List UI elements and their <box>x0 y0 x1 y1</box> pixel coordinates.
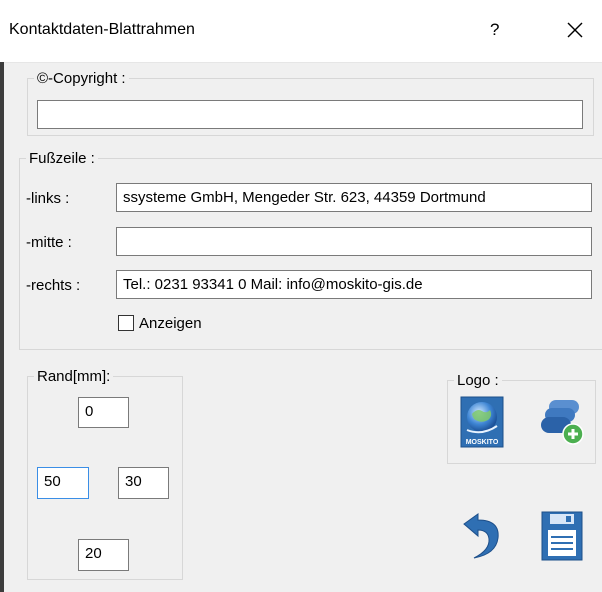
title-bar: Kontaktdaten-Blattrahmen ? <box>0 0 602 63</box>
margin-legend: Rand[mm]: <box>37 368 111 385</box>
save-icon <box>541 511 583 561</box>
copyright-input[interactable] <box>37 100 583 129</box>
window-left-border <box>0 62 4 592</box>
undo-button[interactable] <box>460 510 504 562</box>
margin-top-input[interactable]: 0 <box>78 397 129 428</box>
footer-center-label: -mitte : <box>26 234 72 251</box>
copyright-legend: ©-Copyright : <box>37 70 126 87</box>
moskito-logo-text: MOSKITO <box>466 439 499 446</box>
add-layer-button[interactable] <box>539 396 584 448</box>
window-title: Kontaktdaten-Blattrahmen <box>9 21 195 38</box>
footer-right-input[interactable]: Tel.: 0231 93341 0 Mail: info@moskito-gi… <box>116 270 592 299</box>
footer-right-label: -rechts : <box>26 277 81 294</box>
undo-icon <box>463 513 499 559</box>
margin-right-input[interactable]: 30 <box>118 467 169 499</box>
margin-bottom-input[interactable]: 20 <box>78 539 129 571</box>
show-footer-label: Anzeigen <box>139 315 202 332</box>
footer-left-label: -links : <box>26 190 70 207</box>
show-footer-checkbox[interactable] <box>118 315 134 331</box>
logo-legend: Logo : <box>457 372 499 389</box>
moskito-logo-button[interactable]: MOSKITO <box>460 396 504 448</box>
margin-left-value: 50 <box>44 473 61 490</box>
footer-left-input[interactable]: ssysteme GmbH, Mengeder Str. 623, 44359 … <box>116 183 592 212</box>
margin-left-input[interactable]: 50 <box>37 467 89 499</box>
save-button[interactable] <box>540 510 584 562</box>
moskito-globe-logo-icon: MOSKITO <box>460 396 504 448</box>
help-button[interactable]: ? <box>490 20 499 40</box>
footer-legend: Fußzeile : <box>29 150 95 167</box>
footer-center-input[interactable] <box>116 227 592 256</box>
close-icon[interactable] <box>561 16 589 44</box>
add-layer-icon <box>541 400 584 445</box>
